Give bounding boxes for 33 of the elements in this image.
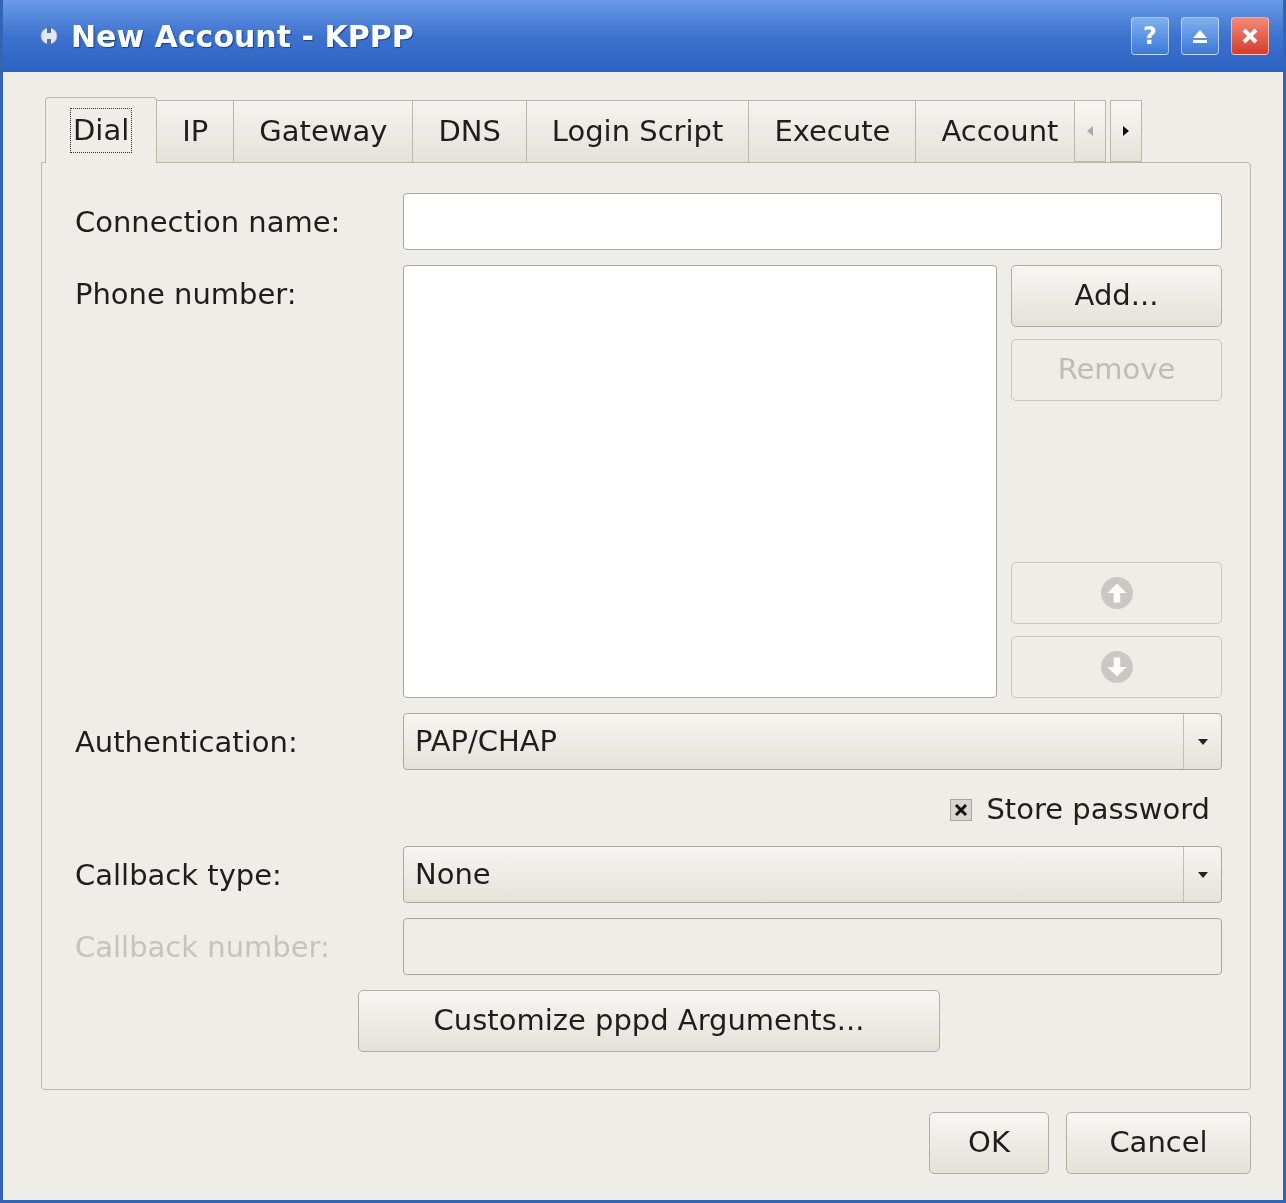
tab[interactable]: Gateway xyxy=(233,100,414,162)
maximize-button[interactable] xyxy=(1181,17,1219,55)
tab[interactable]: Login Script xyxy=(525,100,750,162)
tab[interactable]: Account xyxy=(915,100,1076,162)
customize-button[interactable]: Customize pppd Arguments... xyxy=(358,990,940,1052)
caret-icon xyxy=(1196,737,1209,746)
dropdown[interactable]: PAP/CHAP xyxy=(403,713,1222,770)
field-label: Callback type: xyxy=(75,857,283,894)
field-label: Connection name: xyxy=(75,204,342,241)
tab[interactable]: Execute xyxy=(748,100,917,162)
field-label: Phone number: xyxy=(75,276,298,313)
tab[interactable]: Dial xyxy=(45,97,158,163)
close-button[interactable] xyxy=(1231,17,1269,55)
ok-button[interactable]: OK xyxy=(929,1112,1049,1174)
cancel-button[interactable]: Cancel xyxy=(1066,1112,1251,1174)
left-arrow-icon xyxy=(1086,125,1095,137)
tab[interactable]: IP xyxy=(156,100,235,162)
button[interactable]: Add... xyxy=(1011,265,1222,327)
close-icon xyxy=(1241,27,1259,45)
caret-icon xyxy=(1196,870,1209,879)
checkbox[interactable] xyxy=(950,799,973,821)
scroll-left-button[interactable] xyxy=(1074,100,1107,162)
scroll-right-button[interactable] xyxy=(1110,100,1143,162)
dropdown[interactable]: None xyxy=(403,846,1222,903)
input-field[interactable] xyxy=(403,193,1222,250)
tab[interactable]: DNS xyxy=(412,100,527,162)
cross-mark-icon xyxy=(953,802,970,818)
eject-icon xyxy=(1191,28,1209,44)
field-label: Authentication: xyxy=(75,724,299,761)
window-title: New Account - KPPP xyxy=(71,17,415,56)
checkbox-label: Store password xyxy=(986,791,1210,829)
right-arrow-icon xyxy=(1122,125,1131,137)
app-icon[interactable] xyxy=(39,24,59,48)
